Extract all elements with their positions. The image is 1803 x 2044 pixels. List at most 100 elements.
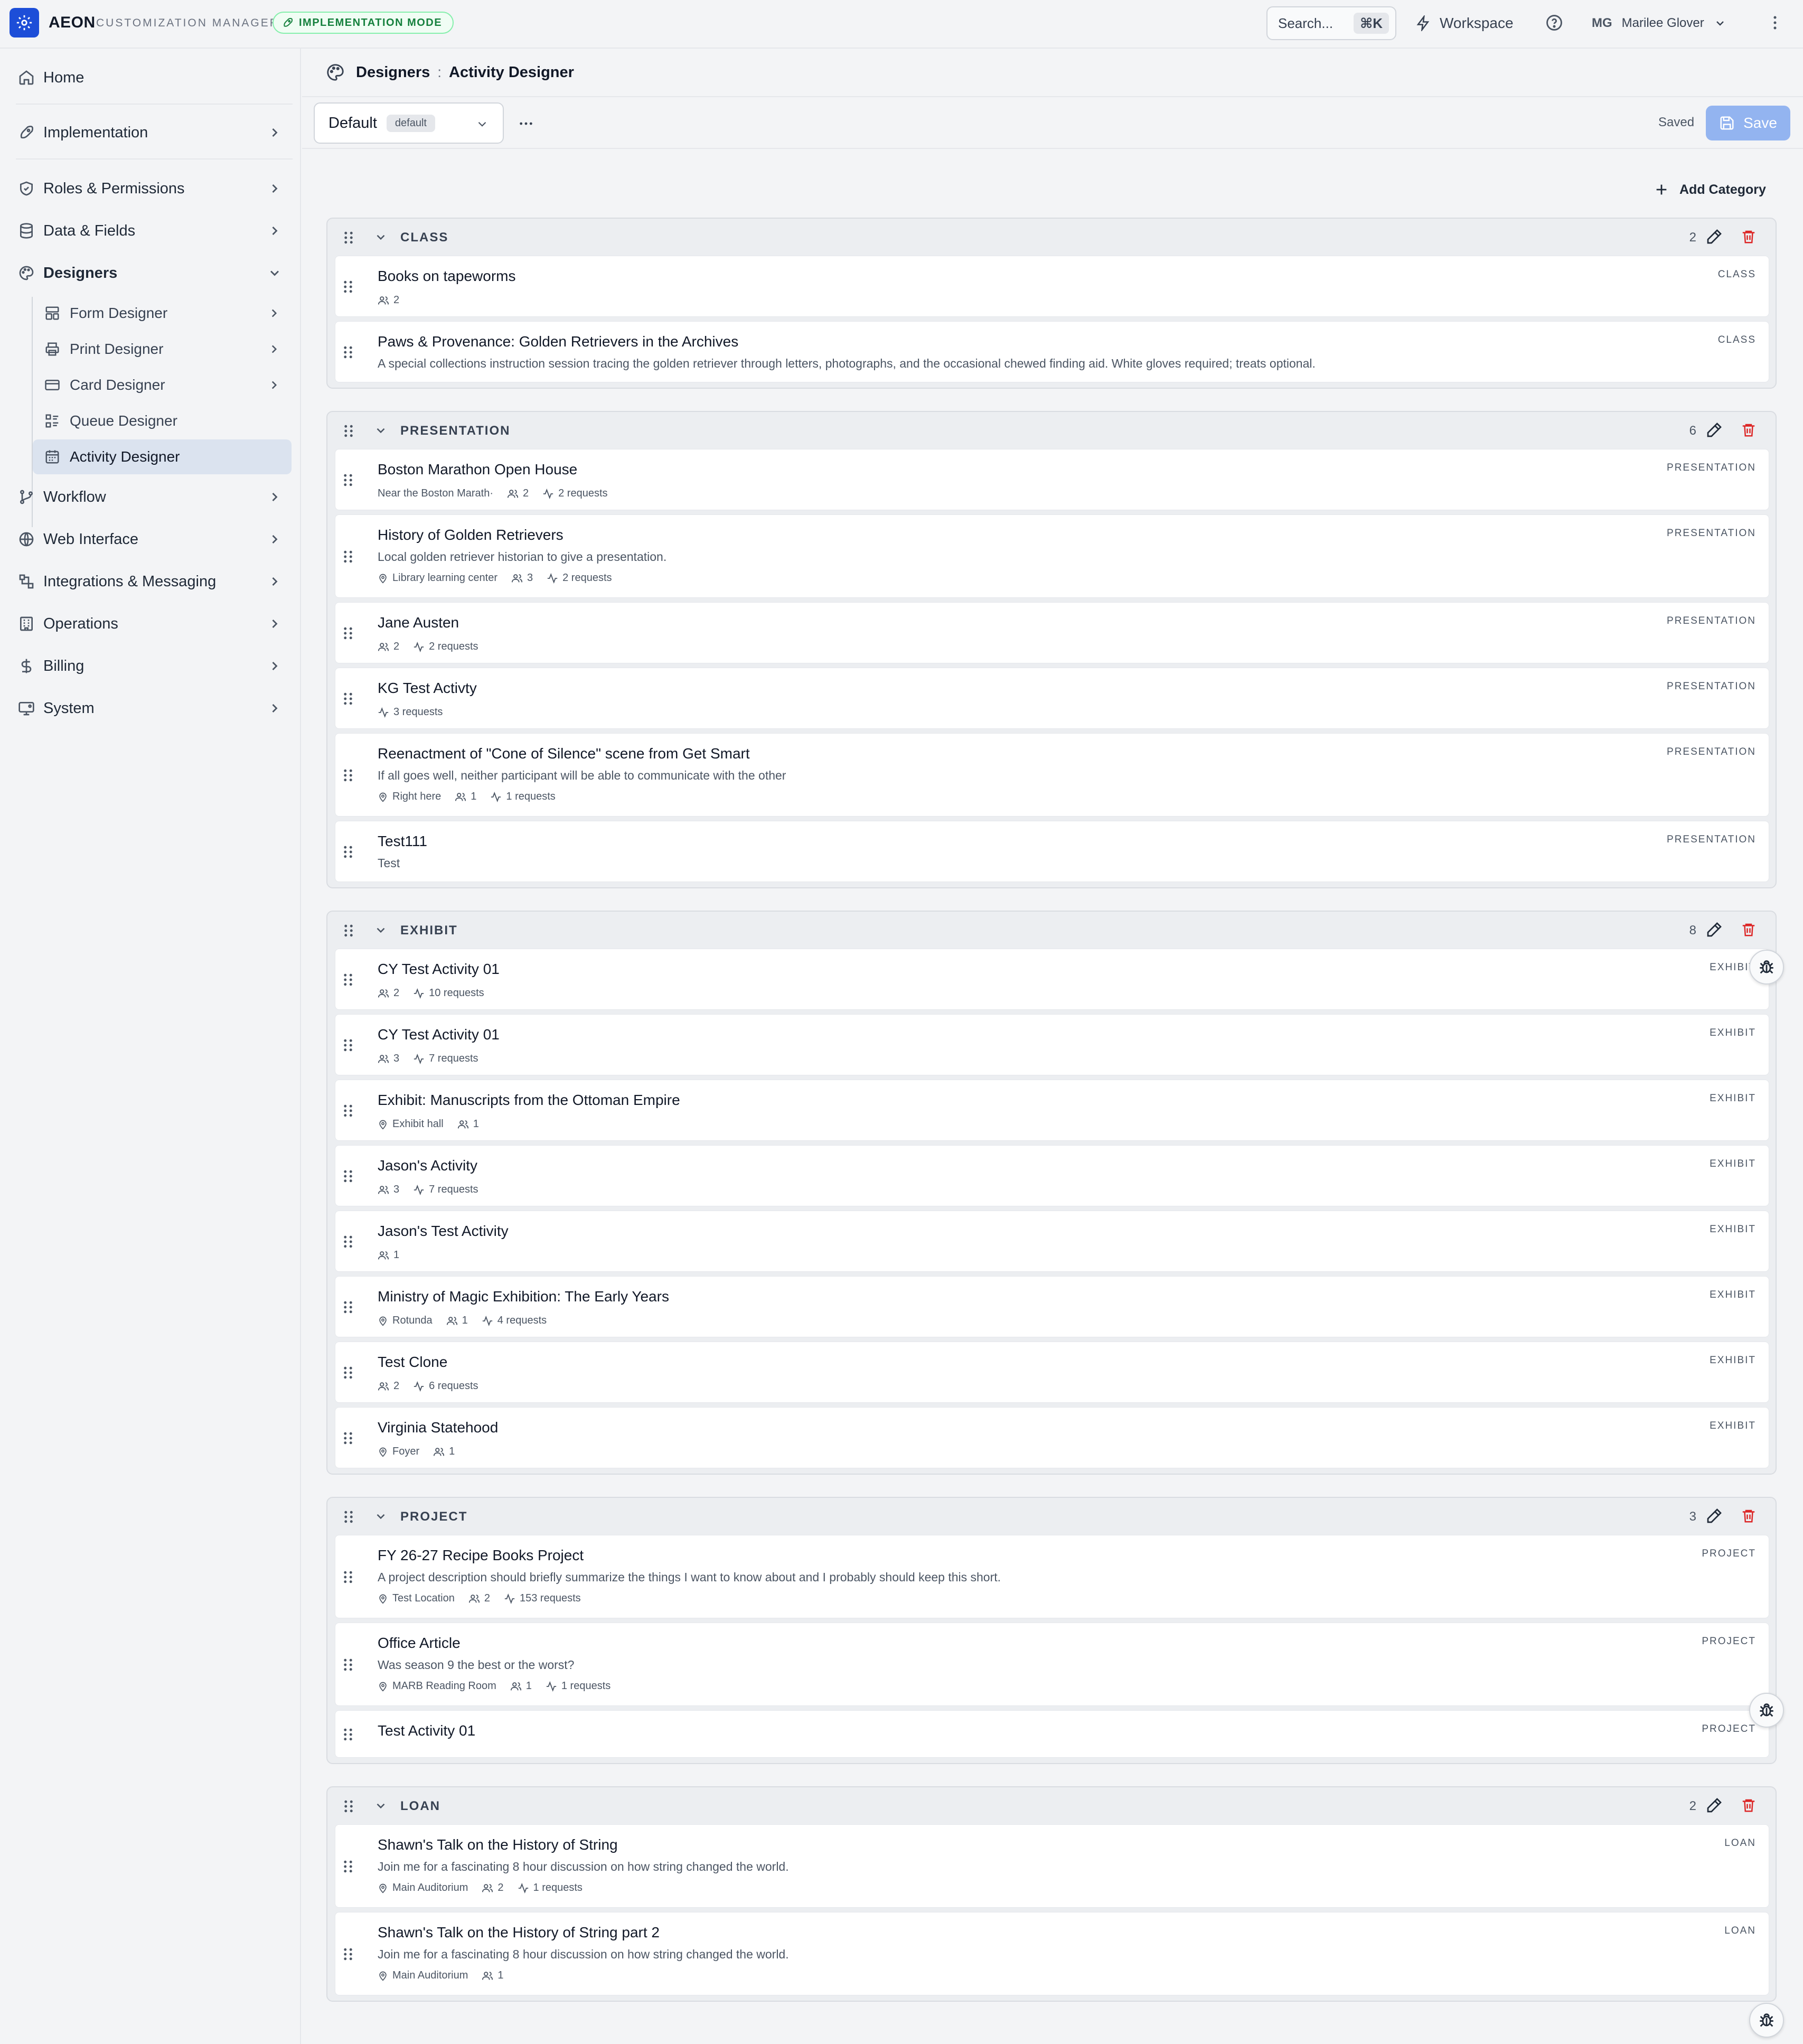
edit-pencil-icon[interactable] <box>1706 921 1723 938</box>
activity-card[interactable]: Test111 PRESENTATION Test <box>335 821 1769 882</box>
drag-handle-icon[interactable] <box>342 1431 354 1446</box>
drag-handle-icon[interactable] <box>342 845 354 859</box>
view-select[interactable]: Default default <box>314 102 504 144</box>
user-menu[interactable]: MG Marilee Glover <box>1592 12 1726 35</box>
drag-handle-icon[interactable] <box>342 1657 354 1672</box>
edit-pencil-icon[interactable] <box>1706 228 1723 245</box>
workspace-button[interactable]: Workspace <box>1415 11 1514 36</box>
edit-pencil-icon[interactable] <box>1706 421 1723 438</box>
activity-card[interactable]: Jason's Test Activity EXHIBIT 1 <box>335 1211 1769 1272</box>
activity-card[interactable]: CY Test Activity 01 EXHIBIT 2 10 requests <box>335 949 1769 1010</box>
sidebar-item-operations[interactable]: Operations <box>18 606 282 641</box>
drag-handle-icon[interactable] <box>342 1947 354 1962</box>
meta-pin: Right here <box>378 791 441 803</box>
sidebar-item-home[interactable]: Home <box>18 60 282 95</box>
delete-trash-icon[interactable] <box>1741 228 1757 245</box>
activity-card[interactable]: Shawn's Talk on the History of String LOA… <box>335 1824 1769 1908</box>
meta-activity: 3 requests <box>378 706 443 718</box>
drag-handle-icon[interactable] <box>342 626 354 641</box>
search-input[interactable]: Search... ⌘K <box>1266 6 1396 40</box>
bug-report-button[interactable] <box>1749 950 1784 985</box>
delete-trash-icon[interactable] <box>1741 421 1757 438</box>
sidebar-item-data-fields[interactable]: Data & Fields <box>18 213 282 248</box>
drag-handle-icon[interactable] <box>342 1799 355 1814</box>
activity-card[interactable]: Jane Austen PRESENTATION 2 2 requests <box>335 602 1769 663</box>
more-vertical-icon[interactable] <box>1766 14 1784 32</box>
drag-handle-icon[interactable] <box>342 424 355 438</box>
chevron-down-icon[interactable] <box>374 230 388 244</box>
drag-handle-icon[interactable] <box>342 1365 354 1380</box>
chevron-down-icon[interactable] <box>374 424 388 437</box>
activity-card[interactable]: History of Golden Retrievers PRESENTATION… <box>335 514 1769 598</box>
drag-handle-icon[interactable] <box>342 1038 354 1053</box>
activity-card[interactable]: Paws & Provenance: Golden Retrievers in … <box>335 321 1769 382</box>
bug-report-button[interactable] <box>1749 2003 1784 2038</box>
sidebar-item-billing[interactable]: Billing <box>18 649 282 683</box>
drag-handle-icon[interactable] <box>342 1859 354 1874</box>
activity-card[interactable]: Office Article PROJECT Was season 9 the be… <box>335 1623 1769 1706</box>
activity-card[interactable]: Virginia Statehood EXHIBIT Foyer 1 <box>335 1407 1769 1468</box>
sidebar-item-integrations-messaging[interactable]: Integrations & Messaging <box>18 564 282 599</box>
drag-handle-icon[interactable] <box>342 1169 354 1184</box>
drag-handle-icon[interactable] <box>342 768 354 783</box>
sidebar-item-web-interface[interactable]: Web Interface <box>18 522 282 557</box>
drag-handle-icon[interactable] <box>342 1103 354 1118</box>
drag-handle-icon[interactable] <box>342 972 354 987</box>
activity-card[interactable]: KG Test Activty PRESENTATION 3 requests <box>335 668 1769 729</box>
activity-card[interactable]: Jason's Activity EXHIBIT 3 7 requests <box>335 1145 1769 1206</box>
delete-trash-icon[interactable] <box>1741 1507 1757 1524</box>
activity-card[interactable]: CY Test Activity 01 EXHIBIT 3 7 requests <box>335 1014 1769 1075</box>
meta-users: 2 <box>378 1380 399 1392</box>
sidebar-item-card-designer[interactable]: Card Designer <box>33 368 292 402</box>
drag-handle-icon[interactable] <box>342 1234 354 1249</box>
sidebar-item-activity-designer[interactable]: Activity Designer <box>33 439 292 474</box>
implementation-mode-badge[interactable]: IMPLEMENTATION MODE <box>273 12 454 34</box>
activity-type-badge: EXHIBIT <box>1710 1027 1756 1038</box>
activity-card[interactable]: FY 26-27 Recipe Books Project PROJECT A pr… <box>335 1535 1769 1618</box>
breadcrumb-parent[interactable]: Designers <box>356 64 430 81</box>
activity-card[interactable]: Test Clone EXHIBIT 2 6 requests <box>335 1342 1769 1403</box>
drag-handle-icon[interactable] <box>342 1570 354 1584</box>
sidebar-item-designers[interactable]: Designers <box>18 256 282 290</box>
aeon-logo[interactable] <box>10 8 39 37</box>
edit-pencil-icon[interactable] <box>1706 1507 1723 1524</box>
help-icon[interactable] <box>1545 14 1563 32</box>
activity-card[interactable]: Reenactment of "Cone of Silence" scene f… <box>335 733 1769 817</box>
meta-users: 3 <box>378 1184 399 1196</box>
drag-handle-icon[interactable] <box>342 345 354 360</box>
save-button[interactable]: Save <box>1706 106 1790 140</box>
sidebar-item-print-designer[interactable]: Print Designer <box>33 332 292 367</box>
bug-report-button[interactable] <box>1749 1693 1784 1728</box>
sidebar-item-form-designer[interactable]: Form Designer <box>33 296 292 331</box>
activity-card[interactable]: Shawn's Talk on the History of String pa… <box>335 1912 1769 1995</box>
activity-card[interactable]: Test Activity 01 PROJECT <box>335 1710 1769 1758</box>
delete-trash-icon[interactable] <box>1741 1797 1757 1814</box>
drag-handle-icon[interactable] <box>342 230 355 245</box>
drag-handle-icon[interactable] <box>342 1300 354 1315</box>
drag-handle-icon[interactable] <box>342 923 355 938</box>
activity-meta: Main Auditorium 1 <box>378 1970 504 1982</box>
sidebar-item-roles-permissions[interactable]: Roles & Permissions <box>18 171 282 206</box>
delete-trash-icon[interactable] <box>1741 921 1757 938</box>
activity-card[interactable]: Books on tapeworms CLASS 2 <box>335 256 1769 317</box>
chevron-down-icon[interactable] <box>374 1799 388 1813</box>
more-horizontal-icon[interactable] <box>518 115 534 132</box>
sidebar-item-implementation[interactable]: Implementation <box>18 115 282 150</box>
drag-handle-icon[interactable] <box>342 691 354 706</box>
sidebar-item-queue-designer[interactable]: Queue Designer <box>33 404 292 438</box>
sidebar-item-workflow[interactable]: Workflow <box>18 480 282 514</box>
activity-card[interactable]: Exhibit: Manuscripts from the Ottoman Em… <box>335 1080 1769 1141</box>
activity-card[interactable]: Ministry of Magic Exhibition: The Early … <box>335 1276 1769 1337</box>
drag-handle-icon[interactable] <box>342 1509 355 1524</box>
drag-handle-icon[interactable] <box>342 279 354 294</box>
chevron-down-icon[interactable] <box>374 923 388 937</box>
drag-handle-icon[interactable] <box>342 549 354 564</box>
activity-card[interactable]: Boston Marathon Open House PRESENTATION Ne… <box>335 449 1769 510</box>
edit-pencil-icon[interactable] <box>1706 1797 1723 1814</box>
add-category-button[interactable]: Add Category <box>1654 177 1766 202</box>
chevron-down-icon[interactable] <box>374 1509 388 1523</box>
gear-icon <box>16 15 32 31</box>
sidebar-item-system[interactable]: System <box>18 691 282 726</box>
drag-handle-icon[interactable] <box>342 473 354 487</box>
drag-handle-icon[interactable] <box>342 1727 354 1742</box>
